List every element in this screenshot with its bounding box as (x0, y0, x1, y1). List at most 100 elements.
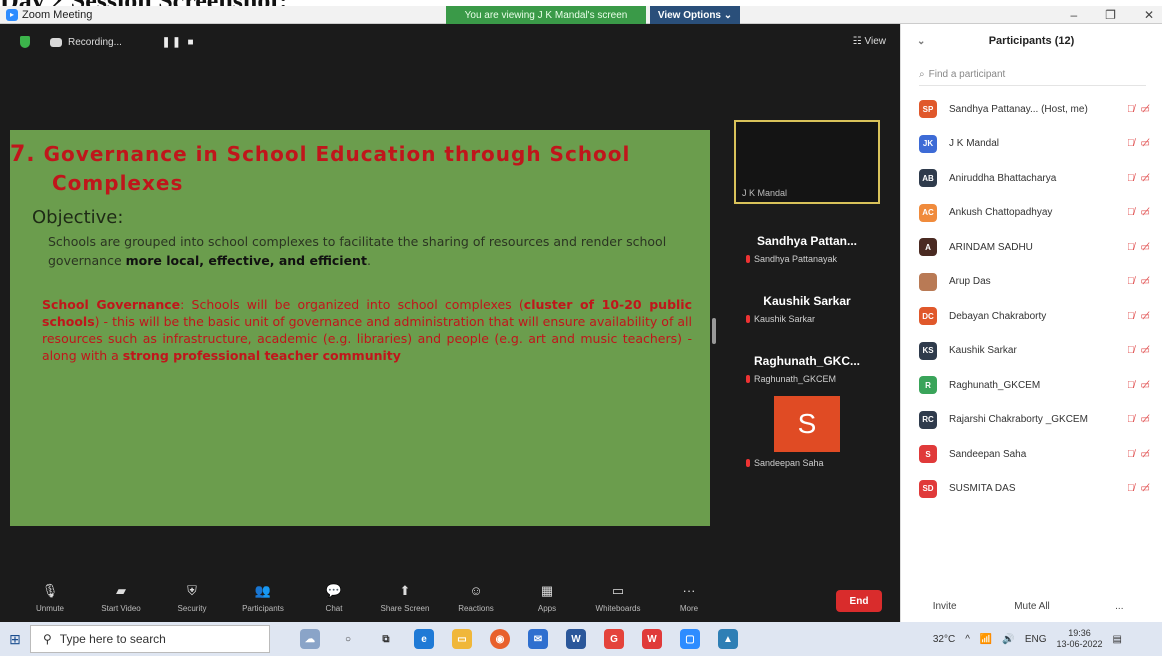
language-indicator[interactable]: ENG (1025, 634, 1047, 645)
view-options-button[interactable]: View Options ⌄ (650, 6, 740, 24)
smile-icon: ☺ (469, 583, 483, 598)
clock-date: 13-06-2022 (1056, 639, 1103, 649)
participant-row[interactable]: SP Sandhya Pattanay... (Host, me) 🎙̸ ▭̸ (901, 92, 1162, 127)
cortana-icon[interactable]: ○ (338, 629, 358, 649)
weather-temperature[interactable]: 32°C (933, 634, 955, 645)
volume-icon[interactable]: 🔊 (1002, 634, 1014, 645)
muted-mic-icon (746, 255, 750, 263)
muted-mic-icon: 🎙̸ (1127, 379, 1135, 391)
start-video-button[interactable]: ▰ Start Video (91, 576, 151, 614)
more-options-button[interactable]: ... (1076, 601, 1162, 612)
taskbar-search-input[interactable]: ⚲ Type here to search (30, 625, 270, 653)
toolbar-label: More (679, 604, 699, 613)
search-icon: ⌕ (919, 69, 925, 80)
word-icon[interactable]: W (566, 629, 586, 649)
share-screen-button[interactable]: ⬆ Share Screen (375, 576, 435, 614)
participant-row[interactable]: A ARINDAM SADHU 🎙̸ ▭̸ (901, 230, 1162, 265)
edge-icon[interactable]: e (414, 629, 434, 649)
participant-row[interactable]: AB Aniruddha Bhattacharya 🎙̸ ▭̸ (901, 161, 1162, 196)
participants-header: ⌄ Participants (12) (901, 24, 1162, 58)
participant-row[interactable]: Arup Das 🎙̸ ▭̸ (901, 265, 1162, 300)
clock-time: 19:36 (1068, 628, 1091, 638)
video-off-icon: ▭̸ (1140, 345, 1150, 357)
active-speaker-thumbnail[interactable]: J K Mandal (734, 120, 880, 204)
thumbnail-subtitle: Sandhya Pattanayak (746, 254, 880, 264)
shared-slide: 7. Governance in School Education throug… (10, 130, 710, 526)
muted-mic-icon: 🎙̸ (1127, 241, 1135, 253)
reactions-button[interactable]: ☺ Reactions (446, 576, 506, 614)
participant-row[interactable]: AC Ankush Chattopadhyay 🎙̸ ▭̸ (901, 196, 1162, 231)
participant-status-icons: 🎙̸ ▭̸ (1127, 345, 1150, 356)
more-button[interactable]: ··· More (659, 576, 719, 614)
zoom-taskbar-icon[interactable]: ▢ (680, 629, 700, 649)
window-controls: – ❐ ✕ (1070, 6, 1154, 24)
slide-title-line2: Complexes (52, 171, 184, 195)
mail-icon[interactable]: ✉ (528, 629, 548, 649)
participant-row[interactable]: RC Rajarshi Chakraborty _GKCEM 🎙̸ ▭̸ (901, 403, 1162, 438)
thumbnail-subtitle: Sandeepan Saha (746, 458, 880, 468)
file-explorer-icon[interactable]: ▭ (452, 629, 472, 649)
taskbar-search-placeholder: Type here to search (59, 632, 166, 646)
search-placeholder: Find a participant (928, 69, 1006, 80)
thumbnail-tile[interactable]: Raghunath_GKC... Raghunath_GKCEM (734, 354, 880, 384)
participant-row[interactable]: DC Debayan Chakraborty 🎙̸ ▭̸ (901, 299, 1162, 334)
close-button[interactable]: ✕ (1144, 8, 1154, 22)
objective-text: Schools are grouped into school complexe… (48, 232, 688, 270)
thumbnail-tile[interactable]: Sandhya Pattan... Sandhya Pattanayak (734, 234, 880, 264)
photos-icon[interactable]: ▲ (718, 629, 738, 649)
mute-all-button[interactable]: Mute All (988, 601, 1075, 612)
avatar: SP (919, 100, 937, 119)
invite-button[interactable]: Invite (901, 601, 988, 612)
recording-status: Recording... (68, 36, 122, 48)
view-button[interactable]: ☷ View (853, 36, 886, 47)
chevron-down-icon[interactable]: ⌄ (917, 36, 925, 47)
toolbar-label: Security (177, 604, 207, 613)
unmute-button[interactable]: 🎙 Unmute (20, 576, 80, 614)
apps-button[interactable]: ▦ Apps (517, 576, 577, 614)
windows-start-icon[interactable]: ⊞ (0, 631, 30, 648)
participant-row[interactable]: R Raghunath_GKCEM 🎙̸ ▭̸ (901, 368, 1162, 403)
video-off-icon: ▭̸ (1140, 138, 1150, 150)
participant-search-input[interactable]: ⌕ Find a participant (919, 64, 1146, 86)
chevron-up-icon[interactable]: ^ (965, 634, 970, 645)
participant-status-icons: 🎙̸ ▭̸ (1127, 276, 1150, 287)
governance-bold-2: strong professional teacher community (122, 348, 401, 363)
participant-row[interactable]: JK J K Mandal 🎙̸ ▭̸ (901, 127, 1162, 162)
thumbnail-tile[interactable]: Kaushik Sarkar Kaushik Sarkar (734, 294, 880, 324)
recording-controls[interactable]: ❚❚ ■ (162, 37, 196, 48)
end-meeting-button[interactable]: End (836, 590, 882, 612)
encryption-shield-icon[interactable] (20, 36, 30, 48)
security-button[interactable]: ⛨ Security (162, 576, 222, 614)
clock[interactable]: 19:36 13-06-2022 (1057, 628, 1103, 650)
participants-title: Participants (12) (988, 35, 1075, 47)
participant-row[interactable]: KS Kaushik Sarkar 🎙̸ ▭̸ (901, 334, 1162, 369)
muted-mic-icon: 🎙̸ (1127, 103, 1135, 115)
participant-row[interactable]: S Sandeepan Saha 🎙̸ ▭̸ (901, 437, 1162, 472)
title-bar: ▸ Zoom Meeting You are viewing J K Manda… (0, 6, 1162, 24)
toolbar-label: Participants (242, 604, 284, 613)
shield-icon: ⛨ (187, 583, 197, 598)
participants-button[interactable]: 👥 Participants (233, 576, 293, 614)
video-thumbnails: J K Mandal Sandhya Pattan... Sandhya Pat… (734, 120, 880, 540)
chrome-alt-icon[interactable]: G (604, 629, 624, 649)
whiteboards-button[interactable]: ▭ Whiteboards (588, 576, 648, 614)
restore-button[interactable]: ❐ (1105, 8, 1116, 22)
notification-icon[interactable]: ▤ (1113, 634, 1122, 645)
wps-icon[interactable]: W (642, 629, 662, 649)
task-view-icon[interactable]: ⧉ (376, 629, 396, 649)
taskbar-apps: ☁ ○ ⧉ e ▭ ◉ ✉ W G W ▢ ▲ (300, 629, 738, 649)
weather-icon[interactable]: ☁ (300, 629, 320, 649)
thumbnail-tile[interactable]: S Sandeepan Saha (734, 396, 880, 468)
chat-button[interactable]: 💬 Chat (304, 576, 364, 614)
network-icon[interactable]: 📶 (980, 634, 992, 645)
toolbar-label: Unmute (35, 604, 64, 613)
thumbnail-name: Kaushik Sarkar (763, 294, 851, 308)
split-scrollbar[interactable] (712, 318, 716, 344)
participant-status-icons: 🎙̸ ▭̸ (1127, 380, 1150, 391)
meeting-toolbar: 🎙 Unmute ▰ Start Video ⛨ Security 👥 Participant… (0, 576, 900, 622)
chrome-icon[interactable]: ◉ (490, 629, 510, 649)
governance-label: School Governance (42, 297, 181, 312)
avatar: RC (919, 410, 937, 429)
minimize-button[interactable]: – (1070, 8, 1077, 22)
participant-row[interactable]: SD SUSMITA DAS 🎙̸ ▭̸ (901, 472, 1162, 507)
